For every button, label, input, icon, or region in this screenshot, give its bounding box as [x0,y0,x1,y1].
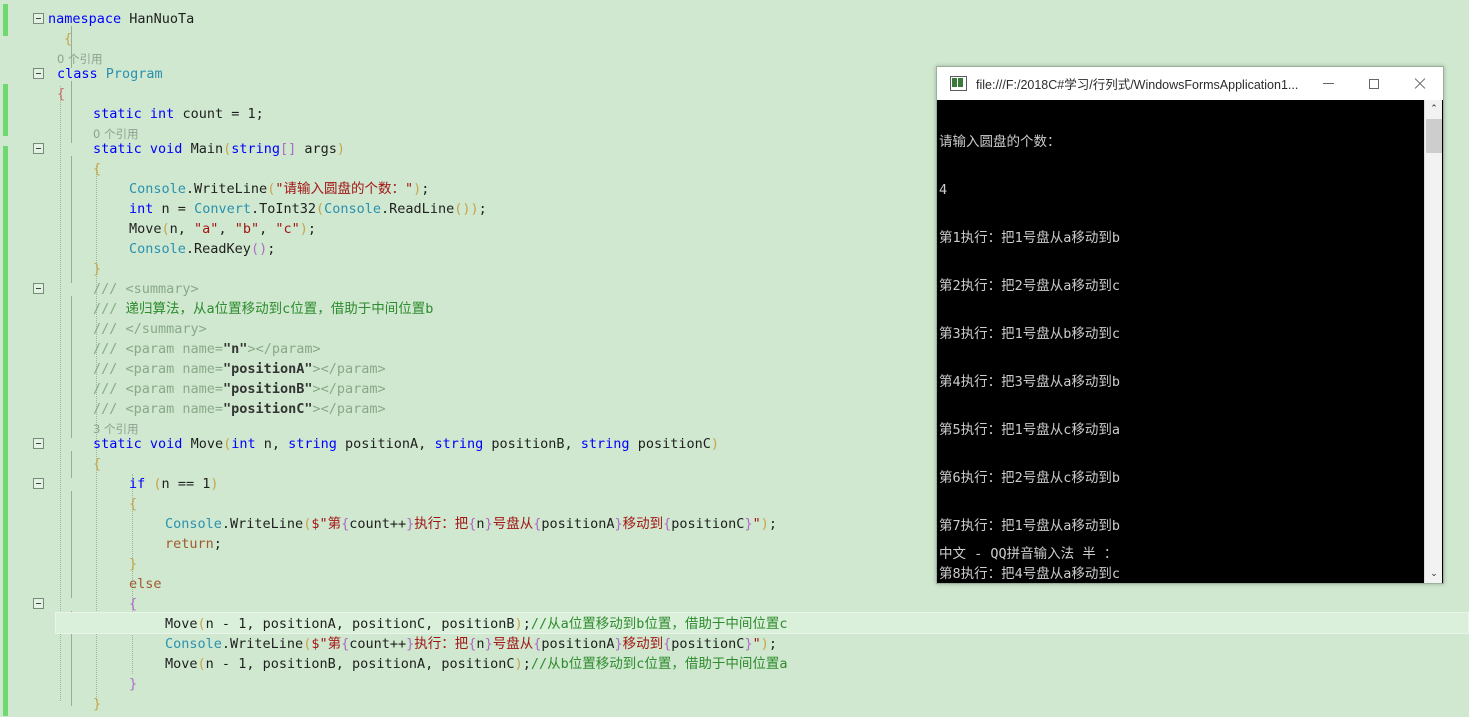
code-line[interactable]: static int count = 1; [93,104,264,124]
console-line: 第4执行：把3号盘从a移动到b [939,374,1121,390]
console-line: 第2执行：把2号盘从a移动到c [939,278,1121,294]
console-line: 4 [939,182,948,198]
console-title-bar[interactable]: file:///F:/2018C#学习/行列式/WindowsFormsAppl… [937,67,1443,100]
scroll-down-arrow-icon[interactable]: ⌄ [1425,565,1443,583]
code-line[interactable]: } [93,694,101,714]
code-line[interactable]: { [93,454,101,474]
code-line[interactable]: static void Move(int n, string positionA… [93,434,719,454]
code-line[interactable]: /// <param name="n"></param> [93,339,321,359]
code-line[interactable]: int n = Convert.ToInt32(Console.ReadLine… [129,199,487,219]
code-line[interactable]: /// <param name="positionB"></param> [93,379,386,399]
scroll-up-arrow-icon[interactable]: ⌃ [1425,100,1443,118]
console-window-title: file:///F:/2018C#学习/行列式/WindowsFormsAppl… [976,78,1299,92]
code-line[interactable]: /// <param name="positionA"></param> [93,359,386,379]
code-line[interactable]: /// <summary> [93,279,199,299]
close-icon [1414,78,1426,90]
code-line[interactable]: class Program [57,64,163,84]
code-line[interactable]: /// <param name="positionC"></param> [93,399,386,419]
code-line[interactable]: Move(n, "a", "b", "c"); [129,219,316,239]
code-line[interactable]: Move(n - 1, positionA, positionC, positi… [165,614,787,634]
code-line[interactable]: Console.WriteLine($"第{count++}执行：把{n}号盘从… [165,514,777,534]
console-line: 第1执行：把1号盘从a移动到b [939,230,1121,246]
console-vertical-scrollbar[interactable]: ⌃ ⌄ [1424,100,1442,583]
console-output-text: 请输入圆盘的个数： 4 第1执行：把1号盘从a移动到b 第2执行：把2号盘从a移… [939,102,1423,583]
code-line[interactable]: Console.WriteLine($"第{count++}执行：把{n}号盘从… [165,634,777,654]
code-line[interactable]: } [129,554,137,574]
code-line[interactable]: return; [165,534,222,554]
code-line[interactable]: Move(n - 1, positionB, positionA, positi… [165,654,787,674]
code-line[interactable]: static void Main(string[] args) [93,139,345,159]
code-line[interactable]: namespace HanNuoTa [48,9,194,29]
code-line[interactable]: } [129,674,137,694]
code-line[interactable]: /// </summary> [93,319,207,339]
minimize-icon [1322,83,1334,84]
minimize-button[interactable] [1305,67,1351,100]
code-line[interactable]: { [57,84,65,104]
console-line: 第5执行：把1号盘从c移动到a [939,422,1121,438]
console-output-area[interactable]: 请输入圆盘的个数： 4 第1执行：把1号盘从a移动到b 第2执行：把2号盘从a移… [937,100,1443,583]
scrollbar-thumb[interactable] [1426,119,1442,153]
console-line: 第7执行：把1号盘从a移动到b [939,518,1121,534]
code-line[interactable]: Console.WriteLine("请输入圆盘的个数："); [129,179,429,199]
window-controls[interactable] [1305,67,1443,100]
code-line[interactable]: } [93,259,101,279]
console-window[interactable]: file:///F:/2018C#学习/行列式/WindowsFormsAppl… [936,66,1444,584]
console-app-icon [950,76,967,91]
code-line[interactable]: { [64,29,72,49]
code-line[interactable]: { [129,594,137,614]
ime-status-bar: 中文 - QQ拼音输入法 半 ： [939,546,1118,562]
code-line[interactable]: Console.ReadKey(); [129,239,275,259]
code-line[interactable]: { [129,494,137,514]
screen: namespace HanNuoTa { 0 个引用 class Program… [0,0,1469,717]
console-line: 第6执行：把2号盘从c移动到b [939,470,1121,486]
console-line: 请输入圆盘的个数： [939,134,1061,150]
code-line[interactable]: else [129,574,162,594]
code-line[interactable]: if (n == 1) [129,474,219,494]
console-line: 第8执行：把4号盘从a移动到c [939,566,1121,582]
maximize-button[interactable] [1351,67,1397,100]
code-line[interactable]: /// 递归算法，从a位置移动到c位置，借助于中间位置b [93,299,433,319]
maximize-icon [1369,78,1379,89]
console-line: 第3执行：把1号盘从b移动到c [939,326,1121,342]
close-button[interactable] [1397,67,1443,100]
code-line[interactable]: { [93,159,101,179]
